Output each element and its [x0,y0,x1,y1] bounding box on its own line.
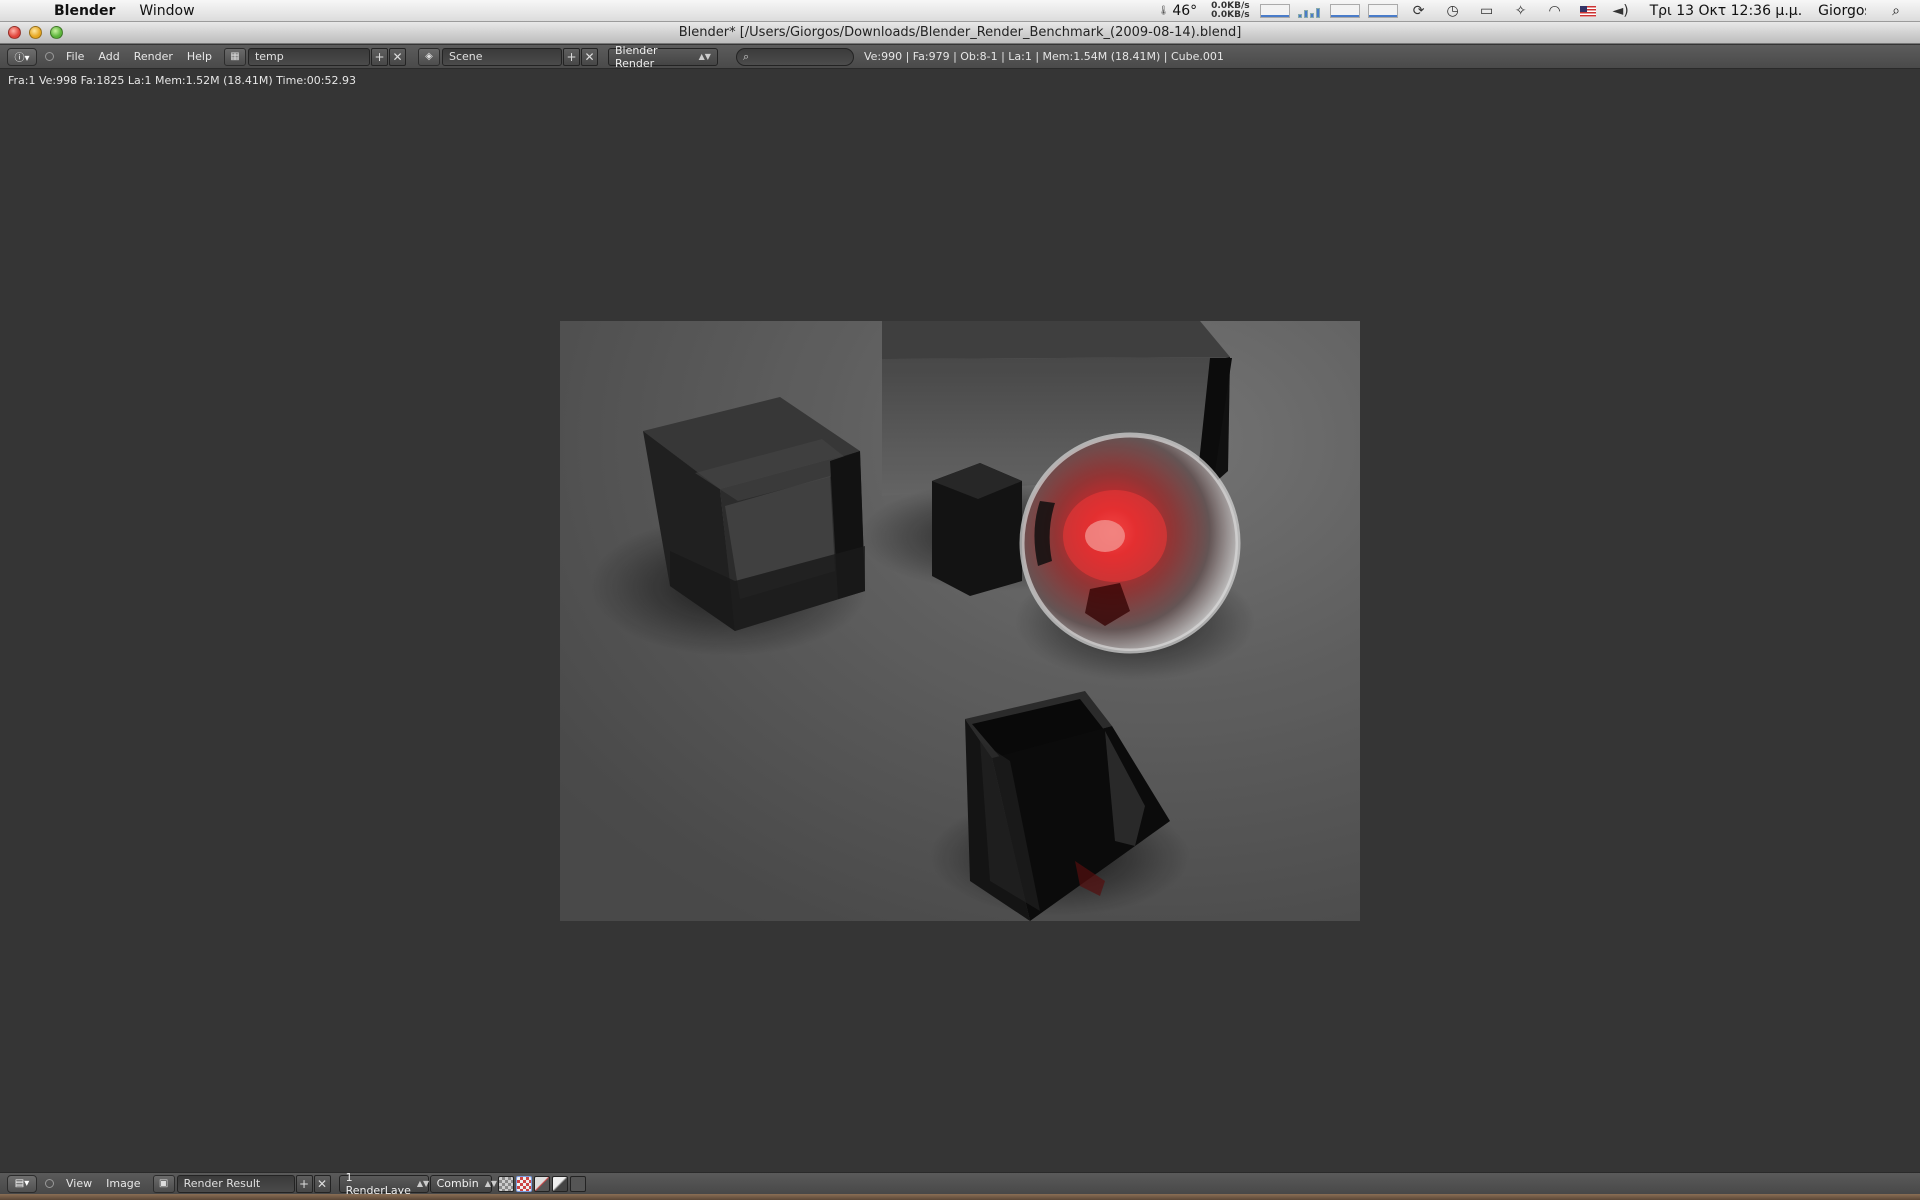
image-editor[interactable]: Fra:1 Ve:998 Fa:1825 La:1 Mem:1.52M (18.… [0,70,1920,1170]
mac-menubar: Blender Window 🌡 46° 0.0KB/s 0.0KB/s ⟳ ◷… [0,0,1920,22]
scene-name: Scene [448,50,483,63]
unlink-image-button[interactable]: ✕ [313,1174,331,1193]
fast-user-switch[interactable]: Giorgos [1818,3,1866,19]
close-icon: ✕ [392,49,403,64]
spotlight-icon[interactable]: ⌕ [1892,3,1900,19]
info-icon: ⓘ▾ [14,53,30,64]
render-layer-dropdown[interactable]: 1 RenderLaye ▲▼ [338,1171,430,1197]
add-screen-button[interactable]: + [370,47,388,66]
render-stats: Fra:1 Ve:998 Fa:1825 La:1 Mem:1.52M (18.… [8,74,356,87]
disk-graph[interactable] [1367,4,1398,18]
menu-render[interactable]: Render [134,50,173,63]
close-icon: ✕ [317,1176,328,1191]
app-menu-blender[interactable]: Blender [54,3,115,19]
draw-image-alpha-toggle[interactable] [497,1175,514,1192]
image-browse-icon[interactable]: ▣ [152,1174,175,1193]
image-editor-header: ▤▾ View Image ▣ Render Result + ✕ 1 Rend… [0,1171,1920,1197]
new-image-button[interactable]: + [295,1174,313,1193]
collapse-menus-toggle[interactable] [45,52,54,61]
info-header: ⓘ▾ File Add Render Help ▦ temp + ✕ ◈ Sce… [0,44,1920,70]
screen-layout-name: temp [254,50,284,63]
draw-z-buffer-toggle[interactable] [551,1175,568,1192]
plus-icon: + [566,49,577,64]
search-icon: ⌕ [742,49,750,63]
menu-image[interactable]: Image [106,1177,140,1190]
wifi-icon[interactable]: ◠ [1544,3,1566,19]
desktop-edge [0,1194,1920,1200]
plus-icon: + [374,49,385,64]
window-controls [8,26,71,39]
render-pass-label: Combin [436,1177,479,1190]
scene-icon[interactable]: ◈ [417,47,440,66]
display-icon[interactable]: ▭ [1476,3,1498,19]
scene-field[interactable]: Scene [441,47,562,66]
updown-arrow-icon: ▲▼ [416,1179,430,1188]
network-graph[interactable] [1259,4,1290,18]
minimize-window-button[interactable] [29,26,42,39]
image-name: Render Result [183,1177,261,1190]
editor-type-selector-bottom[interactable]: ▤▾ [7,1174,37,1193]
add-scene-button[interactable]: + [562,47,580,66]
draw-alpha-only-toggle[interactable] [533,1175,550,1192]
image-name-field[interactable]: Render Result [176,1174,295,1193]
temperature-widget[interactable]: 🌡 46° [1158,3,1197,19]
draw-image-options-toggle[interactable] [569,1175,586,1192]
menu-help[interactable]: Help [187,50,212,63]
close-icon: ✕ [584,49,595,64]
screen-layout-field[interactable]: temp [247,47,370,66]
network-speed[interactable]: 0.0KB/s 0.0KB/s [1211,2,1249,20]
zoom-window-button[interactable] [50,26,63,39]
updown-arrow-icon: ▲▼ [484,1179,498,1188]
editor-type-selector[interactable]: ⓘ▾ [7,47,37,66]
thermometer-icon: 🌡 [1157,5,1170,16]
updown-arrow-icon: ▲▼ [698,52,711,61]
menu-view[interactable]: View [66,1177,92,1190]
close-window-button[interactable] [8,26,21,39]
collapse-menus-toggle-bottom[interactable] [45,1179,54,1188]
window-titlebar: Blender* [/Users/Giorgos/Downloads/Blend… [0,22,1920,44]
render-result-image [560,321,1360,921]
apple-logo-icon[interactable] [18,0,44,22]
menu-file[interactable]: File [66,50,84,63]
temperature-value: 46° [1172,3,1198,19]
render-engine-dropdown[interactable]: Blender Render ▲▼ [607,44,718,70]
search-input[interactable]: ⌕ [735,47,854,66]
bluetooth-icon[interactable]: ✧ [1510,3,1532,19]
draw-image-with-alpha-toggle[interactable] [515,1175,532,1192]
menubar-clock[interactable]: Τρι 13 Οκτ 12:36 μ.μ. [1650,3,1803,19]
net-down-value: 0.0KB/s [1211,10,1250,20]
sync-icon[interactable]: ⟳ [1408,3,1430,19]
plus-icon: + [299,1176,310,1191]
image-editor-icon: ▤▾ [14,1178,30,1189]
menu-window[interactable]: Window [139,3,194,19]
memory-graph[interactable] [1329,4,1360,18]
scene-stats: Ve:990 | Fa:979 | Ob:8-1 | La:1 | Mem:1.… [863,50,1224,63]
delete-scene-button[interactable]: ✕ [580,47,598,66]
screen-layout-icon[interactable]: ▦ [223,47,246,66]
cpu-bars[interactable] [1297,4,1322,18]
render-layer-label: 1 RenderLaye [345,1170,411,1197]
time-machine-icon[interactable]: ◷ [1442,3,1464,19]
input-source-flag-icon[interactable] [1579,5,1596,17]
delete-screen-button[interactable]: ✕ [388,47,406,66]
volume-icon[interactable]: ◄) [1610,3,1632,19]
render-pass-dropdown[interactable]: Combin ▲▼ [429,1174,497,1193]
rendered-scene [560,321,1360,921]
render-engine-label: Blender Render [614,43,658,70]
menubar-status-area: 🌡 46° 0.0KB/s 0.0KB/s ⟳ ◷ ▭ ✧ ◠ ◄) Τρι 1… [1158,0,1920,22]
window-title: Blender* [/Users/Giorgos/Downloads/Blend… [678,25,1242,40]
menu-add[interactable]: Add [98,50,119,63]
